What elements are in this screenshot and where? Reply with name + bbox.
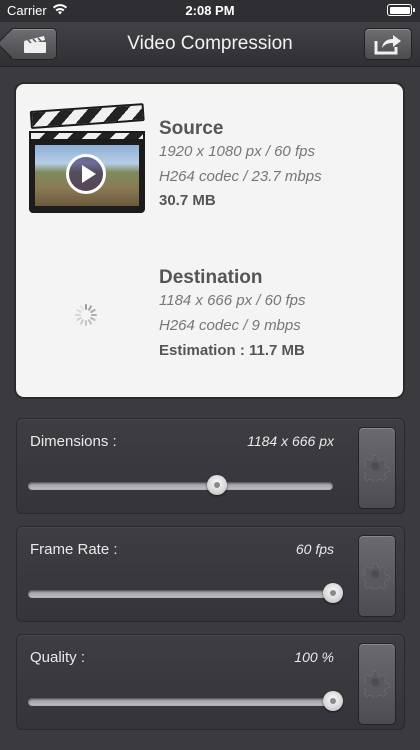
frame-rate-label: Frame Rate : <box>30 541 118 558</box>
play-icon[interactable] <box>66 154 106 194</box>
frame-rate-control-panel: Frame Rate : 60 fps <box>16 526 405 622</box>
destination-heading: Destination <box>159 267 263 288</box>
destination-estimation: Estimation : 11.7 MB <box>159 342 305 359</box>
dimensions-control-panel: Dimensions : 1184 x 666 px <box>16 418 405 514</box>
dimensions-slider-thumb[interactable] <box>207 475 228 495</box>
quality-value: 100 % <box>294 649 334 665</box>
frame-rate-slider[interactable] <box>28 583 343 603</box>
gear-icon <box>363 455 390 482</box>
dimensions-label: Dimensions : <box>30 433 117 450</box>
clapper-top <box>29 103 145 129</box>
quality-slider-thumb[interactable] <box>323 691 343 711</box>
gear-icon <box>363 563 390 590</box>
navigation-bar: Video Compression <box>0 22 420 67</box>
video-thumbnail[interactable] <box>29 103 145 215</box>
frame-rate-value: 60 fps <box>295 541 334 557</box>
page-title: Video Compression <box>127 33 293 54</box>
frame-rate-settings-button[interactable] <box>358 535 396 617</box>
source-heading: Source <box>159 118 224 139</box>
video-frame <box>29 140 145 213</box>
destination-resolution: 1184 x 666 px / 60 fps <box>159 292 306 309</box>
dimensions-slider[interactable] <box>28 475 333 495</box>
quality-control-panel: Quality : 100 % <box>16 634 405 730</box>
video-info-card: Source 1920 x 1080 px / 60 fps H264 code… <box>16 84 403 397</box>
share-button[interactable] <box>364 28 412 60</box>
quality-settings-button[interactable] <box>358 643 396 725</box>
gear-icon <box>363 671 390 698</box>
share-icon <box>374 35 401 55</box>
quality-slider[interactable] <box>28 691 343 711</box>
dimensions-settings-button[interactable] <box>358 427 396 509</box>
source-codec: H264 codec / 23.7 mbps <box>159 168 322 185</box>
loading-spinner-icon <box>75 304 97 326</box>
quality-label: Quality : <box>30 649 86 666</box>
destination-codec: H264 codec / 9 mbps <box>159 317 301 334</box>
status-bar: Carrier 2:08 PM <box>0 0 420 22</box>
clock: 2:08 PM <box>185 3 235 18</box>
source-size: 30.7 MB <box>159 192 216 209</box>
frame-rate-slider-thumb[interactable] <box>323 583 343 603</box>
source-resolution: 1920 x 1080 px / 60 fps <box>159 143 315 160</box>
battery-icon <box>387 4 415 16</box>
dimensions-value: 1184 x 666 px <box>247 433 334 449</box>
